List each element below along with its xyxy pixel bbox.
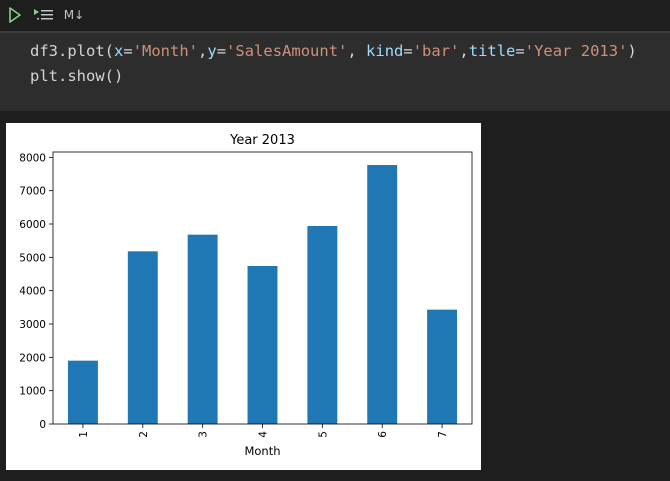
code-token: df3.plot( <box>30 42 114 60</box>
code-token: 'SalesAmount' <box>226 42 348 60</box>
code-token: , <box>459 42 469 60</box>
y-tick-label: 0 <box>39 419 46 431</box>
bar-chart: Year 2013 0 1000 2000 3000 4000 5000 6000 7000 80… <box>19 133 473 458</box>
bar-1 <box>67 360 98 424</box>
code-token: x <box>114 42 124 60</box>
code-token: , <box>198 42 208 60</box>
code-editor[interactable]: df3.plot(x='Month',y='SalesAmount', kind… <box>30 39 637 89</box>
y-tick-label: 2000 <box>19 352 46 364</box>
play-icon <box>9 7 21 23</box>
y-tick-label: 1000 <box>19 386 46 398</box>
bar-6 <box>367 165 398 424</box>
y-tick-label: 4000 <box>19 286 46 298</box>
x-tick-label: 2 <box>138 431 150 438</box>
x-tick-label: 3 <box>198 431 210 438</box>
y-tick-label: 7000 <box>19 186 46 198</box>
x-axis-label: Month <box>244 444 280 458</box>
x-tick-label: 5 <box>317 431 329 438</box>
y-tick-label: 5000 <box>19 252 46 264</box>
bar-7 <box>427 309 458 424</box>
cell-toolbar: M↓ <box>0 0 670 30</box>
x-tick-label: 6 <box>377 431 389 438</box>
y-tick-label: 6000 <box>19 219 46 231</box>
run-cell-button[interactable] <box>6 5 24 25</box>
code-token: 'Year 2013' <box>524 42 628 60</box>
x-tick-label: 1 <box>78 431 90 438</box>
markdown-toggle-button[interactable]: M↓ <box>60 5 88 25</box>
chart-title: Year 2013 <box>229 133 295 148</box>
x-tick-label: 4 <box>258 431 270 438</box>
code-token: 'bar' <box>412 42 460 60</box>
y-tick-label: 8000 <box>19 152 46 164</box>
code-token: = <box>515 42 525 60</box>
code-token: , <box>347 42 367 60</box>
code-cell[interactable]: df3.plot(x='Month',y='SalesAmount', kind… <box>0 33 670 111</box>
code-token: y <box>207 42 217 60</box>
x-tick-label: 7 <box>437 431 449 438</box>
chart-figure: Year 2013 0 1000 2000 3000 4000 5000 6000 7000 80… <box>6 123 481 470</box>
bar-2 <box>127 251 158 424</box>
code-token: = <box>403 42 413 60</box>
code-token: = <box>123 42 133 60</box>
code-token: kind <box>366 42 404 60</box>
code-token: title <box>468 42 516 60</box>
bar-5 <box>307 226 338 424</box>
y-tick-label: 3000 <box>19 319 46 331</box>
code-token: 'Month' <box>132 42 199 60</box>
bar-3 <box>187 234 218 424</box>
code-line-1: df3.plot(x='Month',y='SalesAmount', kind… <box>30 39 637 64</box>
code-line-2: plt.show() <box>30 67 124 85</box>
markdown-label: M↓ <box>63 8 85 22</box>
code-token: = <box>216 42 227 60</box>
run-below-button[interactable] <box>32 5 56 25</box>
run-below-icon <box>34 9 53 20</box>
bar-4 <box>247 266 278 424</box>
code-token: ) <box>627 42 637 60</box>
